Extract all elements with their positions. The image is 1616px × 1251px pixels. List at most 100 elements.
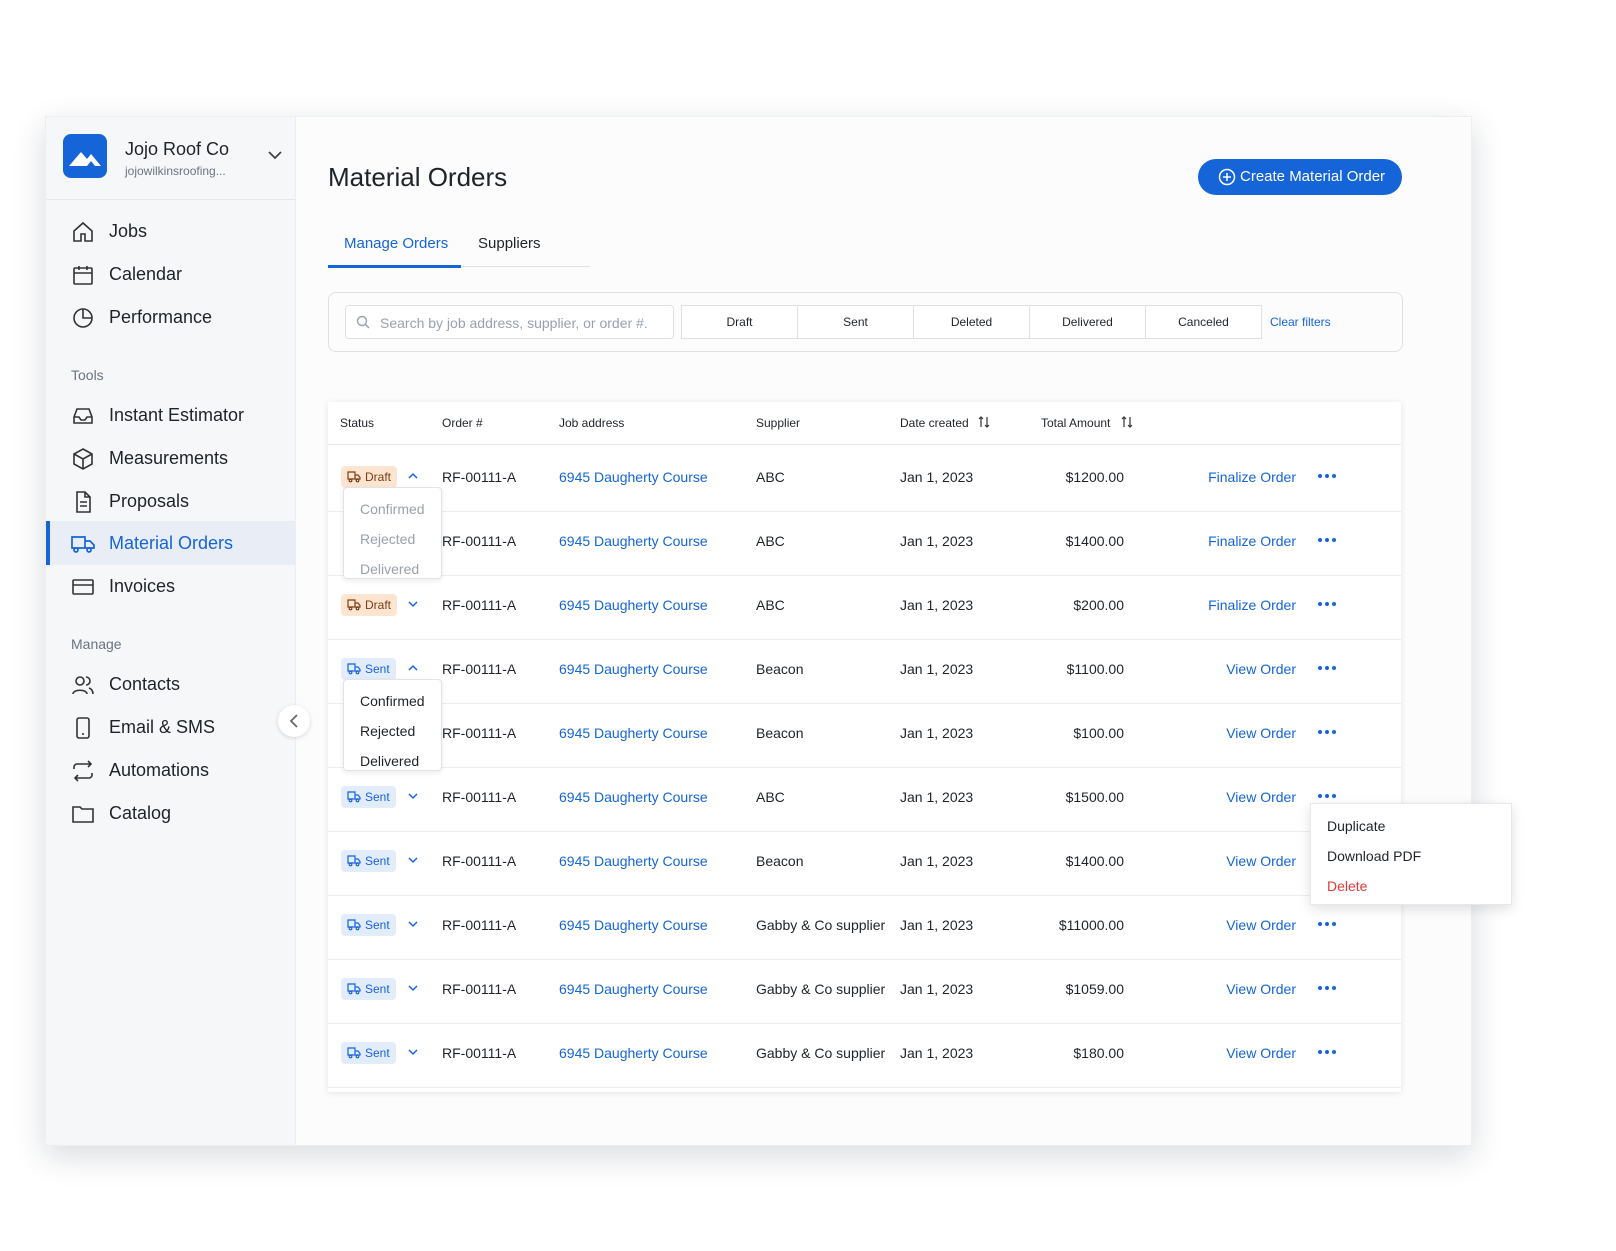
total-amount: $1059.00 — [1065, 981, 1124, 997]
filter-chip-delivered[interactable]: Delivered — [1029, 305, 1146, 339]
row-action-link[interactable]: View Order — [1186, 725, 1296, 741]
sidebar-item-instant-estimator[interactable]: Instant Estimator — [46, 393, 295, 437]
filter-chip-canceled[interactable]: Canceled — [1145, 305, 1262, 339]
sidebar-item-label: Contacts — [109, 674, 181, 694]
filter-chip-draft[interactable]: Draft — [681, 305, 798, 339]
job-address-link[interactable]: 6945 Daugherty Course — [559, 661, 708, 677]
row-action-link[interactable]: Finalize Order — [1186, 533, 1296, 549]
chevron-up-icon[interactable] — [408, 471, 418, 481]
filter-chip-deleted[interactable]: Deleted — [913, 305, 1030, 339]
menu-item-download-pdf[interactable]: Download PDF — [1327, 848, 1421, 864]
more-options-icon[interactable] — [1316, 1045, 1338, 1059]
chevron-down-icon[interactable] — [266, 146, 284, 164]
status-badge[interactable]: Sent — [341, 658, 396, 680]
create-material-order-button[interactable]: Create Material Order — [1198, 159, 1402, 195]
table-row: RF-00111-A 6945 Daugherty Course ABC Jan 1,… — [328, 509, 1401, 576]
table-row: Draft RF-00111-A 6945 Daugherty Course ABC J… — [328, 573, 1401, 640]
sidebar-item-label: Proposals — [109, 491, 190, 511]
menu-item-duplicate[interactable]: Duplicate — [1327, 818, 1385, 834]
more-options-icon[interactable] — [1316, 981, 1338, 995]
more-options-icon[interactable] — [1316, 661, 1338, 675]
search-input[interactable] — [378, 312, 670, 334]
tab-suppliers[interactable]: Suppliers — [478, 235, 541, 252]
column-header-order: Order # — [442, 416, 483, 430]
more-options-icon[interactable] — [1316, 789, 1338, 803]
job-address-link[interactable]: 6945 Daugherty Course — [559, 533, 708, 549]
sidebar-item-proposals[interactable]: Proposals — [46, 479, 295, 523]
more-options-icon[interactable] — [1316, 533, 1338, 547]
sidebar-item-contacts[interactable]: Contacts — [46, 662, 295, 706]
row-action-link[interactable]: View Order — [1186, 853, 1296, 869]
more-options-icon[interactable] — [1316, 725, 1338, 739]
search-box[interactable] — [345, 305, 674, 339]
status-option-delivered[interactable]: Delivered — [360, 753, 419, 769]
status-badge[interactable]: Sent — [341, 978, 396, 1000]
menu-item-delete[interactable]: Delete — [1327, 878, 1367, 894]
sidebar-item-catalog[interactable]: Catalog — [46, 791, 295, 835]
more-options-icon[interactable] — [1316, 469, 1338, 483]
supplier-name: ABC — [756, 789, 785, 805]
status-option-rejected[interactable]: Rejected — [360, 723, 415, 739]
tab-manage-orders[interactable]: Manage Orders — [344, 235, 448, 252]
job-address-link[interactable]: 6945 Daugherty Course — [559, 789, 708, 805]
row-action-link[interactable]: Finalize Order — [1186, 469, 1296, 485]
status-badge[interactable]: Sent — [341, 1042, 396, 1064]
date-created: Jan 1, 2023 — [900, 981, 974, 997]
orders-table: Status Order # Job address Supplier Date… — [328, 402, 1401, 1092]
column-header-date-created[interactable]: Date created — [900, 416, 969, 430]
status-badge[interactable]: Sent — [341, 914, 396, 936]
job-address-link[interactable]: 6945 Daugherty Course — [559, 597, 708, 613]
sort-icon[interactable] — [978, 415, 990, 429]
row-action-link[interactable]: View Order — [1186, 981, 1296, 997]
order-number: RF-00111-A — [442, 661, 517, 677]
more-options-icon[interactable] — [1316, 917, 1338, 931]
row-action-link[interactable]: View Order — [1186, 661, 1296, 677]
status-badge[interactable]: Draft — [341, 466, 398, 488]
sidebar-item-performance[interactable]: Performance — [46, 295, 295, 339]
row-action-link[interactable]: View Order — [1186, 1045, 1296, 1061]
collapse-sidebar-button[interactable] — [278, 705, 310, 737]
company-switcher[interactable]: Jojo Roof Co jojowilkinsroofing... — [63, 134, 283, 184]
sidebar-item-email-sms[interactable]: Email & SMS — [46, 705, 295, 749]
status-option-confirmed[interactable]: Confirmed — [360, 693, 425, 709]
table-row: Sent RF-00111-A 6945 Daugherty Course Gabby… — [328, 893, 1401, 960]
status-badge[interactable]: Draft — [341, 594, 398, 616]
sidebar-item-automations[interactable]: Automations — [46, 748, 295, 792]
sidebar-item-label: Material Orders — [109, 533, 234, 553]
row-action-link[interactable]: View Order — [1186, 917, 1296, 933]
inbox-icon — [73, 408, 93, 424]
status-badge[interactable]: Sent — [341, 786, 396, 808]
row-action-link[interactable]: Finalize Order — [1186, 597, 1296, 613]
column-header-total-amount[interactable]: Total Amount — [1041, 416, 1110, 430]
job-address-link[interactable]: 6945 Daugherty Course — [559, 725, 708, 741]
row-action-link[interactable]: View Order — [1186, 789, 1296, 805]
chevron-down-icon[interactable] — [408, 919, 418, 929]
supplier-name: Gabby & Co supplier — [756, 1045, 886, 1061]
chevron-down-icon[interactable] — [408, 855, 418, 865]
chevron-down-icon[interactable] — [408, 983, 418, 993]
total-amount: $1400.00 — [1065, 853, 1124, 869]
job-address-link[interactable]: 6945 Daugherty Course — [559, 469, 708, 485]
job-address-link[interactable]: 6945 Daugherty Course — [559, 917, 708, 933]
status-option-delivered: Delivered — [360, 561, 420, 577]
chevron-up-icon[interactable] — [408, 663, 418, 673]
clear-filters-link[interactable]: Clear filters — [1270, 315, 1331, 329]
sort-icon[interactable] — [1121, 415, 1133, 429]
sidebar-item-calendar[interactable]: Calendar — [46, 252, 295, 296]
chevron-down-icon[interactable] — [408, 1047, 418, 1057]
status-badge[interactable]: Sent — [341, 850, 396, 872]
filter-chip-sent[interactable]: Sent — [797, 305, 914, 339]
sidebar-item-jobs[interactable]: Jobs — [46, 209, 295, 253]
job-address-link[interactable]: 6945 Daugherty Course — [559, 853, 708, 869]
more-options-icon[interactable] — [1316, 597, 1338, 611]
chevron-down-icon[interactable] — [408, 599, 418, 609]
job-address-link[interactable]: 6945 Daugherty Course — [559, 1045, 708, 1061]
sidebar-item-measurements[interactable]: Measurements — [46, 436, 295, 480]
order-number: RF-00111-A — [442, 917, 517, 933]
table-row: Draft RF-00111-A 6945 Daugherty Course ABC J… — [328, 445, 1401, 512]
chevron-down-icon[interactable] — [408, 791, 418, 801]
sidebar-item-material-orders[interactable]: Material Orders — [46, 521, 295, 565]
supplier-name: Gabby & Co supplier — [756, 981, 886, 997]
sidebar-item-invoices[interactable]: Invoices — [46, 564, 295, 608]
job-address-link[interactable]: 6945 Daugherty Course — [559, 981, 708, 997]
